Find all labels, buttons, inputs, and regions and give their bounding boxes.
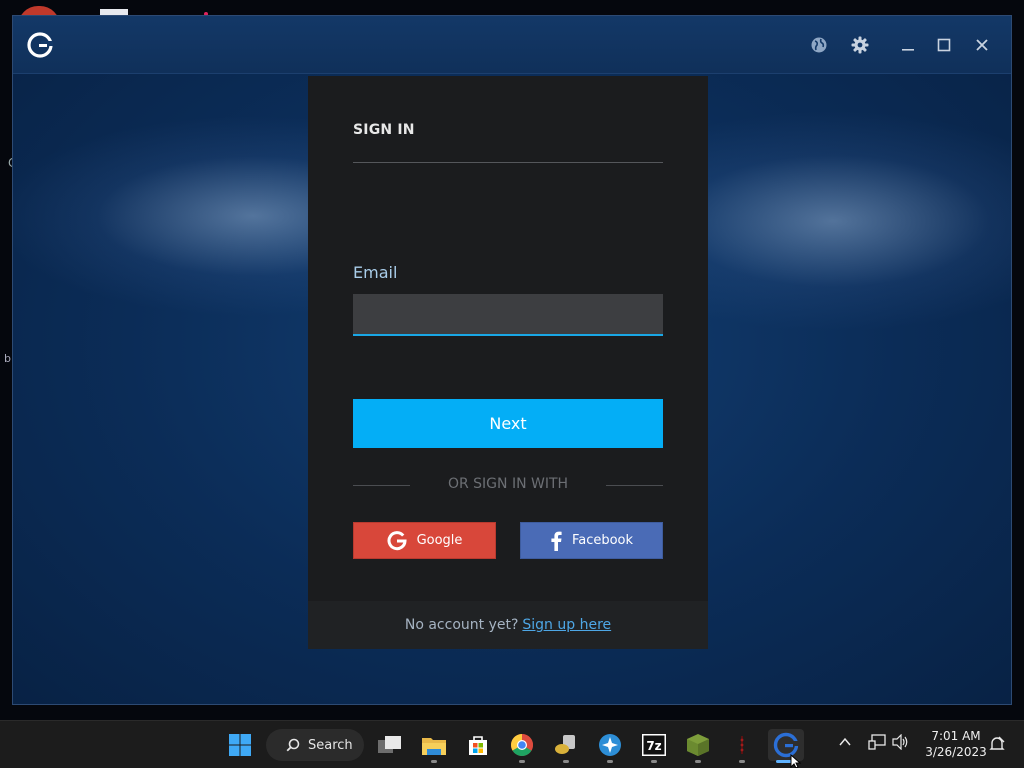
taskbar-app[interactable] bbox=[594, 729, 626, 763]
google-sign-in-button[interactable]: Google bbox=[353, 522, 496, 559]
google-label: Google bbox=[416, 533, 463, 548]
network-icon[interactable] bbox=[868, 734, 886, 750]
svg-text:7z: 7z bbox=[646, 739, 661, 753]
system-clock[interactable]: 7:01 AM 3/26/2023 bbox=[918, 728, 994, 760]
clock-time: 7:01 AM bbox=[931, 729, 981, 743]
gear-icon bbox=[851, 36, 869, 54]
running-indicator bbox=[739, 760, 745, 763]
taskbar-app[interactable] bbox=[726, 729, 758, 763]
app-logo-icon bbox=[27, 32, 53, 58]
email-label: Email bbox=[353, 263, 398, 282]
running-indicator bbox=[519, 760, 525, 763]
app-icon bbox=[599, 734, 621, 756]
sign-in-panel: SIGN IN Email Next OR SIGN IN WITH Googl… bbox=[308, 76, 708, 649]
settings-button[interactable] bbox=[849, 34, 871, 56]
running-indicator bbox=[431, 760, 437, 763]
windows-start-icon bbox=[229, 734, 251, 756]
task-view-icon bbox=[378, 736, 401, 753]
minimize-button[interactable] bbox=[897, 34, 919, 56]
taskbar-app[interactable]: 7z bbox=[638, 729, 670, 763]
taskbar-app[interactable] bbox=[506, 729, 538, 763]
taskbar-app[interactable] bbox=[462, 729, 494, 761]
search-icon bbox=[286, 738, 300, 752]
chrome-icon bbox=[511, 734, 533, 756]
next-button[interactable]: Next bbox=[353, 399, 663, 448]
language-button[interactable] bbox=[808, 34, 830, 56]
volume-icon[interactable] bbox=[892, 734, 910, 750]
facebook-label: Facebook bbox=[571, 533, 634, 548]
microsoft-store-icon bbox=[469, 736, 487, 755]
title-bar[interactable] bbox=[13, 16, 1011, 74]
minimize-icon bbox=[902, 49, 914, 51]
search-label: Search bbox=[308, 737, 353, 753]
signup-footer: No account yet? Sign up here bbox=[308, 601, 708, 649]
running-indicator bbox=[563, 760, 569, 763]
facebook-sign-in-button[interactable]: Facebook bbox=[520, 522, 663, 559]
globe-icon bbox=[811, 37, 827, 53]
close-icon bbox=[976, 39, 988, 51]
app-icon bbox=[740, 736, 744, 754]
divider-line bbox=[606, 485, 663, 486]
maximize-icon bbox=[937, 38, 951, 52]
running-indicator bbox=[607, 760, 613, 763]
divider-line bbox=[353, 485, 410, 486]
sign-up-link[interactable]: Sign up here bbox=[522, 617, 611, 633]
maximize-button[interactable] bbox=[933, 34, 955, 56]
clock-date: 3/26/2023 bbox=[925, 745, 987, 759]
divider-text: OR SIGN IN WITH bbox=[447, 476, 569, 492]
7zip-icon: 7z bbox=[642, 734, 666, 756]
close-button[interactable] bbox=[971, 34, 993, 56]
taskbar-app[interactable] bbox=[550, 729, 582, 763]
mouse-cursor-icon bbox=[790, 754, 802, 768]
desktop-text-peek: b bbox=[4, 352, 11, 365]
email-field[interactable] bbox=[353, 294, 663, 336]
app-window: SIGN IN Email Next OR SIGN IN WITH Googl… bbox=[12, 15, 1012, 705]
google-icon bbox=[387, 530, 407, 550]
title-divider bbox=[353, 162, 663, 163]
facebook-icon bbox=[551, 531, 562, 551]
taskbar-app[interactable] bbox=[682, 729, 714, 763]
chevron-up-icon[interactable] bbox=[838, 735, 852, 749]
app-icon bbox=[555, 735, 575, 754]
footer-text: No account yet? bbox=[404, 617, 519, 633]
taskbar: Search 7z bbox=[0, 720, 1024, 768]
taskbar-app[interactable] bbox=[418, 729, 450, 763]
file-explorer-icon bbox=[422, 738, 446, 755]
taskbar-search[interactable]: Search bbox=[266, 729, 364, 761]
running-indicator bbox=[695, 760, 701, 763]
running-indicator bbox=[651, 760, 657, 763]
minecraft-icon bbox=[687, 734, 709, 756]
start-button[interactable] bbox=[224, 729, 256, 761]
page-title: SIGN IN bbox=[353, 122, 415, 138]
taskbar-app[interactable] bbox=[374, 729, 406, 761]
